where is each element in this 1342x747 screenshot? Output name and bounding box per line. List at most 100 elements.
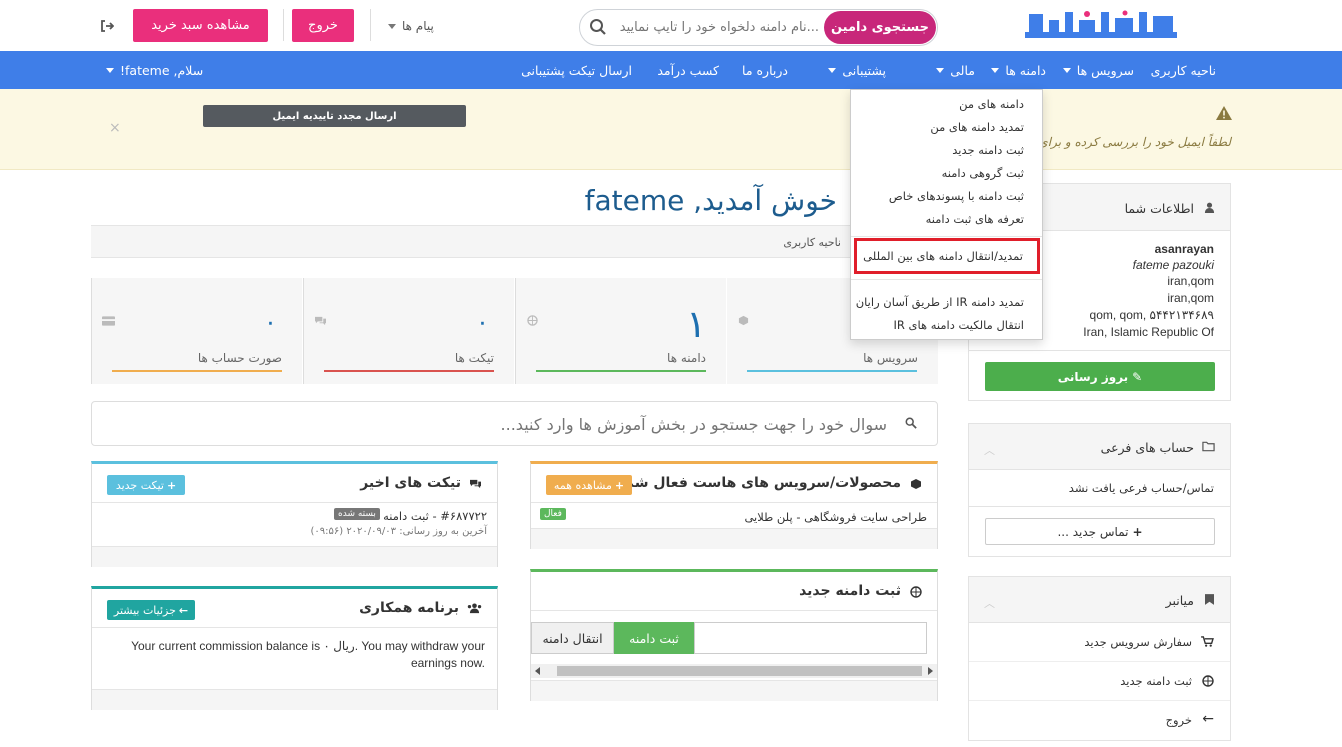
menu-item-international-transfer[interactable]: تمدید/انتقال دامنه های بین المللی xyxy=(854,238,1040,274)
new-ticket-button[interactable]: + تیکت جدید xyxy=(107,475,185,495)
nav-support-label: پشتیبانی xyxy=(842,62,886,78)
shopping-cart-icon xyxy=(1201,636,1214,647)
shortcuts-title: میانبر xyxy=(1165,593,1194,608)
messages-dropdown[interactable]: پیام ها xyxy=(388,17,434,35)
stat-services-label: سرویس ها xyxy=(863,351,918,365)
shortcut-logout[interactable]: ← خروج xyxy=(969,701,1230,740)
update-profile-button[interactable]: ✎ بروز رسانی xyxy=(985,362,1215,391)
sign-out-icon[interactable] xyxy=(100,19,114,33)
affiliate-title: برنامه همکاری xyxy=(359,600,459,616)
stat-domains-bar xyxy=(536,370,706,372)
globe-icon xyxy=(1202,675,1214,687)
scrollbar-thumb[interactable] xyxy=(557,666,922,676)
menu-item-bulk-register[interactable]: ثبت گروهی دامنه xyxy=(942,166,1024,180)
card-footer xyxy=(531,528,937,549)
chevron-down-icon xyxy=(388,23,396,29)
domain-search-input[interactable] xyxy=(619,10,819,45)
menu-item-domain-pricing[interactable]: تعرفه های ثبت دامنه xyxy=(926,212,1024,226)
breadcrumb-bar: ناحیه کاربری xyxy=(91,225,938,258)
nav-open-ticket[interactable]: ارسال تیکت پشتیبانی xyxy=(521,51,632,89)
register-domain-card: ثبت دامنه جدید ثبت دامنه انتقال دامنه xyxy=(530,569,938,701)
menu-item-special-tlds[interactable]: ثبت دامنه با پسوندهای خاص xyxy=(889,189,1024,203)
search-icon[interactable] xyxy=(589,18,607,36)
globe-icon xyxy=(910,586,922,598)
new-contact-button[interactable]: + تماس جدید ... xyxy=(985,518,1215,545)
nav-client-area[interactable]: ناحیه کاربری xyxy=(1151,51,1216,89)
credit-card-icon xyxy=(102,316,115,326)
main-nav: ناحیه کاربری سرویس ها دامنه ها مالی پشتی… xyxy=(0,51,1342,89)
nav-greeting-label: سلام, fateme! xyxy=(120,62,204,78)
new-ticket-label: تیکت جدید xyxy=(115,478,164,492)
menu-item-renew-domains[interactable]: تمدید دامنه های من xyxy=(930,120,1024,134)
cube-icon xyxy=(738,315,749,326)
active-products-card: محصولات/سرویس های هاست فعال شما + مشاهده … xyxy=(530,461,938,549)
register-domain-button[interactable]: ثبت دامنه xyxy=(614,622,694,654)
asanrayan-logo[interactable] xyxy=(1025,10,1177,42)
chevron-down-icon xyxy=(106,67,114,73)
chevron-down-icon xyxy=(936,67,945,73)
chevron-up-icon[interactable]: ︿ xyxy=(984,442,995,458)
menu-item-my-domains[interactable]: دامنه های من xyxy=(959,97,1024,111)
plus-icon: + xyxy=(614,478,625,492)
status-badge: فعال xyxy=(540,508,566,520)
transfer-domain-button[interactable]: انتقال دامنه xyxy=(531,622,614,654)
breadcrumb[interactable]: ناحیه کاربری xyxy=(783,236,841,249)
kb-search-input[interactable] xyxy=(187,410,887,438)
search-icon xyxy=(905,417,917,429)
stat-tickets[interactable]: ۰ تیکت ها xyxy=(303,278,514,384)
nav-user-menu[interactable]: سلام, fateme! xyxy=(106,51,203,89)
menu-item-transfer-ir[interactable]: انتقال مالکیت دامنه های IR xyxy=(893,318,1024,332)
stat-invoices-bar xyxy=(112,370,282,372)
account-country: Iran, Islamic Republic Of xyxy=(1083,325,1214,339)
arrow-left-icon: ← xyxy=(178,603,189,617)
menu-item-register-domain[interactable]: ثبت دامنه جدید xyxy=(952,143,1024,157)
stat-invoices[interactable]: ۰ صورت حساب ها xyxy=(91,278,302,384)
nav-support[interactable]: پشتیبانی xyxy=(828,51,886,89)
logout-button[interactable]: خروج xyxy=(292,9,354,42)
chevron-left-icon[interactable] xyxy=(535,667,540,675)
nav-about[interactable]: درباره ما xyxy=(742,51,788,89)
affiliate-withdraw-text: earnings now. xyxy=(410,656,485,670)
new-contact-label: تماس جدید ... xyxy=(1057,524,1129,539)
panel-divider xyxy=(969,350,1230,351)
view-cart-button[interactable]: مشاهده سبد خرید xyxy=(133,9,268,42)
horizontal-scrollbar[interactable] xyxy=(531,664,937,678)
chevron-down-icon xyxy=(828,67,837,73)
panel-divider xyxy=(969,506,1230,507)
header-divider xyxy=(370,9,371,41)
nav-domains[interactable]: دامنه ها xyxy=(991,51,1046,89)
comments-icon xyxy=(315,316,326,326)
recent-tickets-card: تیکت های اخیر + تیکت جدید #۶۸۷۷۲۲ - ثبت د… xyxy=(91,461,498,567)
folder-icon xyxy=(1202,441,1215,452)
stat-tickets-bar xyxy=(324,370,494,372)
alert-close-icon[interactable]: × xyxy=(109,120,121,136)
header: جستجوی دامین پیام ها خروج مشاهده سبد خری… xyxy=(0,0,1342,51)
view-all-button[interactable]: + مشاهده همه xyxy=(546,475,632,495)
card-divider xyxy=(531,610,937,611)
ticket-item[interactable]: #۶۸۷۷۲۲ - ثبت دامنه xyxy=(383,509,487,523)
chevron-up-icon[interactable]: ︿ xyxy=(984,595,995,611)
stat-domains-value: ۱ xyxy=(686,302,707,346)
stat-domains[interactable]: ۱ دامنه ها xyxy=(515,278,726,384)
arrow-left-icon: ← xyxy=(1202,711,1214,727)
chevron-down-icon xyxy=(1062,67,1071,73)
shortcuts-panel: میانبر ︿ سفارش سرویس جدید ثبت دامنه جدید… xyxy=(968,576,1231,741)
chevron-right-icon[interactable] xyxy=(928,667,933,675)
subaccounts-title: حساب های فرعی xyxy=(1100,440,1194,455)
email-verify-alert: لطفاً ایمیل خود را بررسی کرده و برای تأی… xyxy=(0,89,1342,170)
shortcut-register-domain[interactable]: ثبت دامنه جدید xyxy=(969,662,1230,701)
card-divider xyxy=(531,502,937,503)
shortcut-logout-label: خروج xyxy=(1165,713,1192,727)
product-item[interactable]: طراحی سایت فروشگاهی - پلن طلایی xyxy=(744,510,927,524)
resend-verification-button[interactable]: ارسال مجدد تاییدیه ایمیل xyxy=(203,105,466,127)
more-details-button[interactable]: ← جزئیات بیشتر xyxy=(107,600,195,620)
domain-name-input[interactable] xyxy=(694,622,927,654)
shortcut-order-new[interactable]: سفارش سرویس جدید xyxy=(969,623,1230,662)
nav-services[interactable]: سرویس ها xyxy=(1062,51,1134,89)
menu-item-renew-ir[interactable]: تمدید دامنه IR از طریق آسان رایان xyxy=(856,295,1024,309)
domain-search-button[interactable]: جستجوی دامین xyxy=(824,11,936,44)
warning-icon xyxy=(1216,106,1232,120)
nav-earn[interactable]: کسب درآمد xyxy=(657,51,719,89)
nav-billing[interactable]: مالی xyxy=(936,51,975,89)
update-profile-label: بروز رسانی xyxy=(1057,369,1129,384)
